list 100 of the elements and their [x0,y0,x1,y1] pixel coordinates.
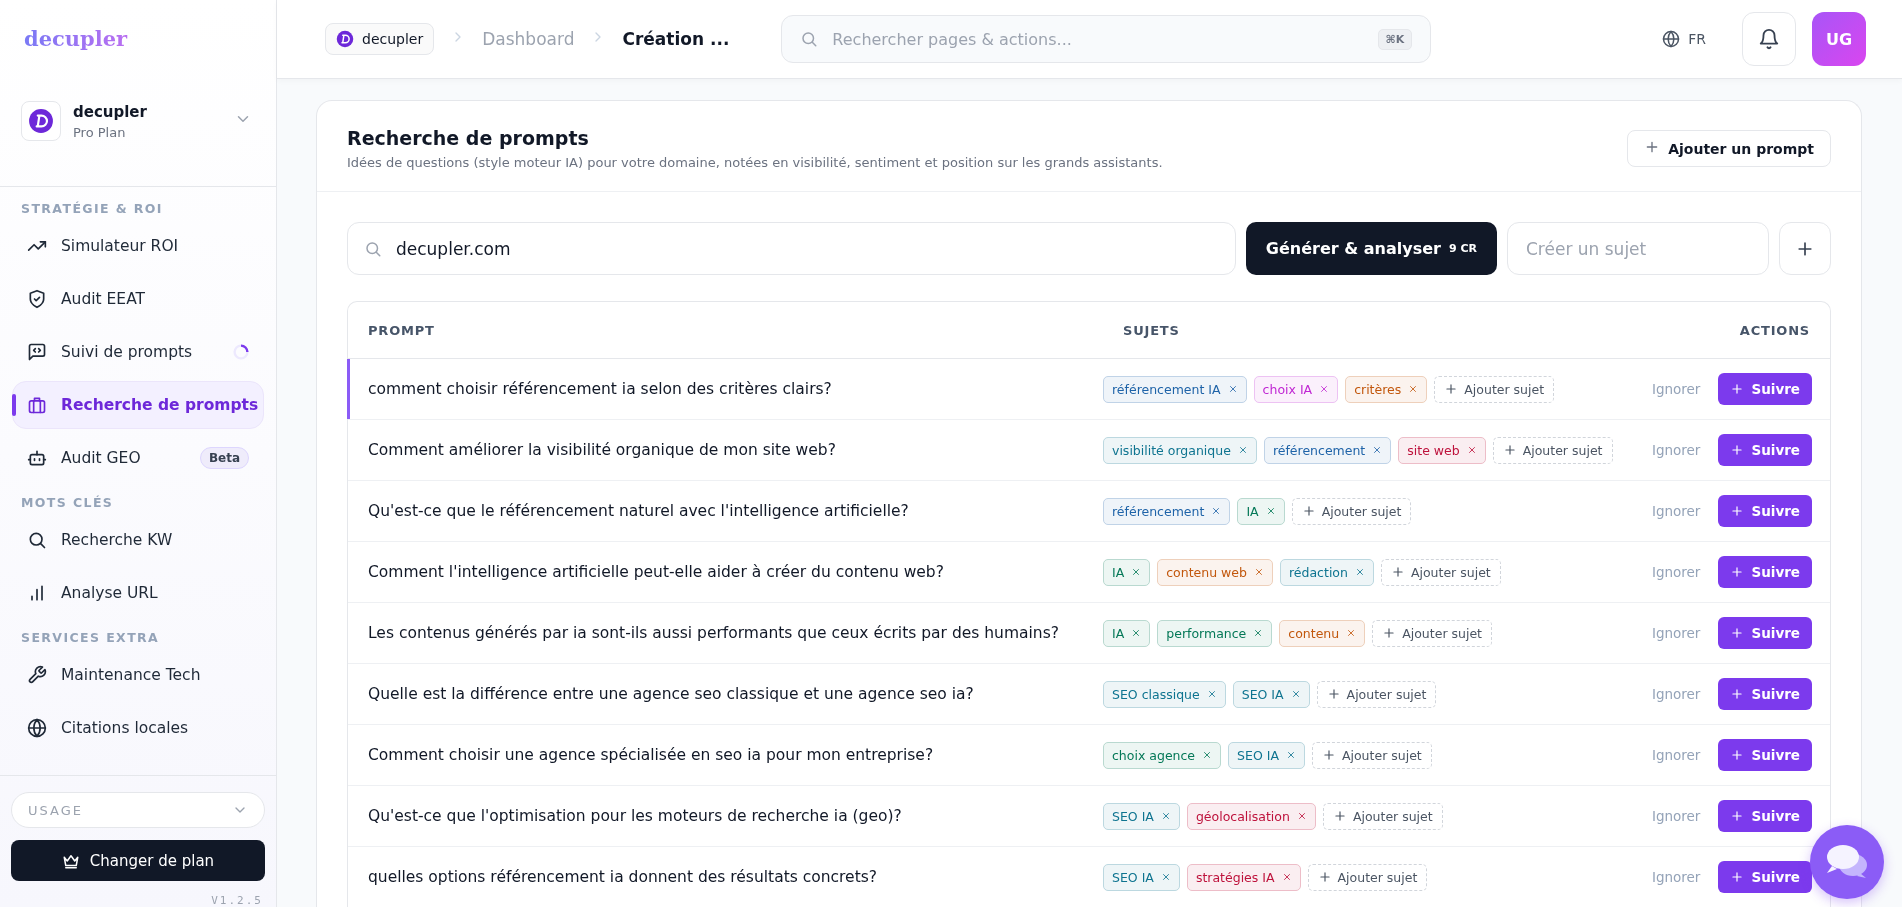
follow-button[interactable]: Suivre [1718,739,1812,771]
add-topic-button[interactable]: Ajouter sujet [1291,497,1412,525]
add-topic-button[interactable]: Ajouter sujet [1380,558,1501,586]
upgrade-button[interactable]: Changer de plan [11,840,265,881]
remove-icon [1253,628,1264,638]
sidebar-item[interactable]: Suivi de prompts [12,328,264,376]
sidebar-item[interactable]: Recherche KW [12,516,264,564]
language-label[interactable]: FR [1688,31,1706,47]
topic-tag[interactable]: SEO IA [1228,741,1305,769]
topic-tag[interactable]: géolocalisation [1186,802,1316,830]
domain-bar[interactable]: decupler.com [347,222,1236,275]
topic-tag[interactable]: SEO IA [1232,680,1310,708]
follow-button[interactable]: Suivre [1718,861,1812,893]
topic-tag[interactable]: choix agence [1103,741,1222,769]
notifications-button[interactable] [1742,12,1796,66]
plus-icon [1730,504,1745,518]
plus-icon [1301,504,1316,518]
topic-tag[interactable]: référencement [1263,436,1392,464]
follow-button[interactable]: Suivre [1718,434,1812,466]
remove-icon [1237,445,1248,455]
topic-tag[interactable]: IA [1103,558,1151,586]
chat-button[interactable] [1810,825,1884,899]
topic-tag[interactable]: performance [1157,619,1273,647]
plus-icon [1444,382,1459,396]
sidebar-item[interactable]: Audit EEAT [12,275,264,323]
remove-icon [1202,750,1213,760]
topic-tag[interactable]: critères [1345,375,1428,403]
logo-icon [28,108,54,134]
remove-icon [1206,689,1217,699]
add-topic-button[interactable]: Ajouter sujet [1492,436,1613,464]
add-topic-button[interactable]: Ajouter sujet [1434,375,1555,403]
topic-tag[interactable]: rédaction [1279,558,1374,586]
generate-button[interactable]: Générer & analyser 9 CR [1245,222,1497,275]
robot-icon [27,448,47,468]
workspace-chip[interactable]: decupler [325,23,435,55]
card-title: Recherche de prompts [347,127,589,149]
plus-icon [1502,443,1517,457]
add-topic-button[interactable]: Ajouter sujet [1372,619,1492,647]
topic-tag[interactable]: IA [1237,497,1285,525]
sidebar-item[interactable]: Simulateur ROI [12,222,264,270]
sidebar-item[interactable]: Audit GEO Beta [12,434,264,482]
prompt-text: Les contenus générés par ia sont-ils aussi performants que ceux écrits par des humains? [367,624,1060,642]
workspace-name: decupler [73,102,147,121]
plus-icon [1390,565,1405,579]
follow-button[interactable]: Suivre [1718,495,1812,527]
search-icon [364,239,382,258]
breadcrumb-item[interactable]: Création ... [622,29,730,49]
plus-icon [1332,809,1347,823]
follow-button[interactable]: Suivre [1718,617,1812,649]
plus-icon [1326,687,1341,701]
sidebar-item[interactable]: Recherche de prompts [12,381,264,429]
remove-icon [1466,445,1477,455]
globe-icon [1662,30,1681,48]
topic-tag[interactable]: contenu [1279,619,1366,647]
topic-tag[interactable]: visibilité organique [1103,436,1257,464]
topic-input[interactable]: Créer un sujet [1524,223,1752,274]
remove-icon [1211,506,1222,516]
add-topic-button[interactable]: Ajouter sujet [1316,680,1437,708]
topic-tag[interactable]: IA [1103,619,1151,647]
topic-bar[interactable]: Créer un sujet [1507,222,1769,275]
follow-button[interactable]: Suivre [1718,373,1812,405]
plus-icon [1317,870,1332,884]
add-prompt-button[interactable]: Ajouter un prompt [1627,130,1831,167]
plus-icon [1382,626,1397,640]
topic-tag[interactable]: référencement IA [1103,375,1247,403]
topic-tag[interactable]: contenu web [1157,558,1273,586]
remove-icon [1346,628,1357,638]
follow-button[interactable]: Suivre [1718,678,1812,710]
search-bar[interactable]: Rechercher pages & actions... ⌘K [781,15,1432,63]
topic-tag[interactable]: stratégies IA [1186,863,1301,891]
follow-button[interactable]: Suivre [1718,800,1812,832]
topic-tag[interactable]: SEO IA [1103,802,1180,830]
domain-input[interactable]: decupler.com [394,237,1219,260]
add-topic-button[interactable]: Ajouter sujet [1307,863,1428,891]
remove-icon [1354,567,1365,577]
remove-icon [1227,384,1238,394]
globe-icon [27,718,47,738]
topic-tag[interactable]: choix IA [1253,375,1339,403]
remove-icon [1265,506,1276,516]
plan-label: Pro Plan [73,124,126,140]
plus-icon [1730,687,1745,701]
sidebar-item[interactable]: Citations locales [12,704,264,752]
sidebar-item[interactable]: Analyse URL [12,569,264,617]
add-topic-button[interactable]: Ajouter sujet [1311,741,1432,769]
follow-button[interactable]: Suivre [1718,556,1812,588]
beta-badge: Beta [199,447,249,469]
topic-tag[interactable]: référencement [1103,497,1231,525]
topic-tag[interactable]: SEO IA [1103,863,1180,891]
user-avatar[interactable]: UG [1812,12,1866,66]
search-input[interactable]: Rechercher pages & actions... [830,28,1366,50]
sidebar-item[interactable]: Maintenance Tech [12,651,264,699]
remove-icon [1160,872,1171,882]
remove-icon [1285,750,1296,760]
remove-icon [1253,567,1264,577]
prompt-text: Comment choisir une agence spécialisée en seo ia pour mon entreprise? [367,746,935,764]
topic-tag[interactable]: SEO classique [1103,680,1226,708]
topic-tag[interactable]: site web [1398,436,1486,464]
prompt-text: Qu'est-ce que l'optimisation pour les moteurs de recherche ia (geo)? [367,807,903,825]
add-topic-button[interactable]: Ajouter sujet [1322,802,1443,830]
prompt-text: comment choisir référencement ia selon des critères clairs? [367,380,833,398]
